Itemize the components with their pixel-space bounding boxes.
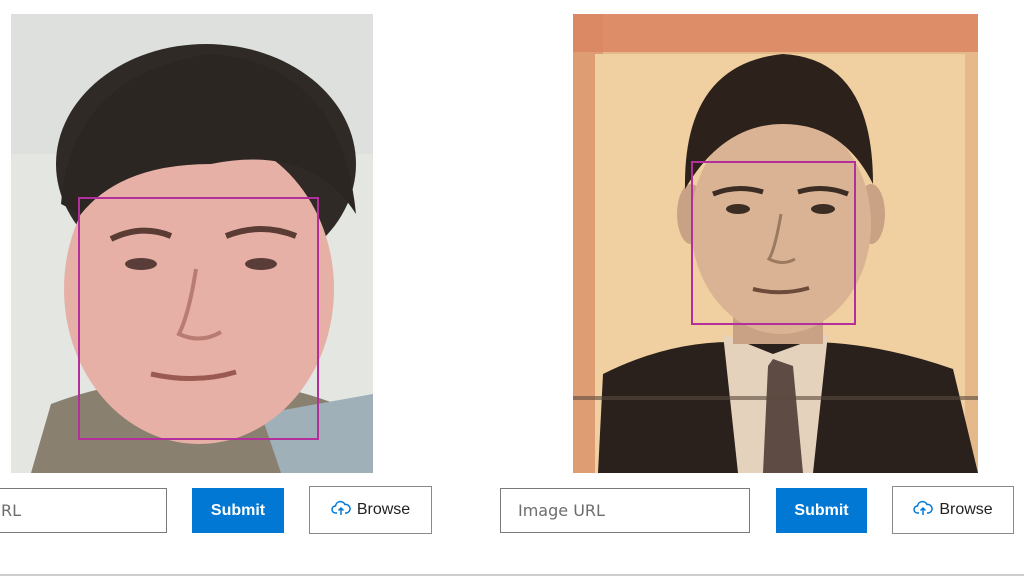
browse-label-right: Browse	[939, 501, 993, 518]
face-detection-box-left	[78, 197, 319, 440]
upload-cloud-icon	[331, 498, 351, 523]
browse-label-left: Browse	[356, 501, 411, 518]
submit-button-left[interactable]: Submit	[192, 488, 284, 533]
image-url-input-left[interactable]	[0, 488, 167, 533]
face-detection-box-right	[691, 161, 856, 325]
submit-button-right[interactable]: Submit	[776, 488, 867, 533]
browse-button-left[interactable]: Browse	[309, 486, 432, 534]
image-url-input-right[interactable]	[500, 488, 750, 533]
browse-button-right[interactable]: Browse	[892, 486, 1014, 534]
upload-cloud-icon	[913, 498, 934, 523]
